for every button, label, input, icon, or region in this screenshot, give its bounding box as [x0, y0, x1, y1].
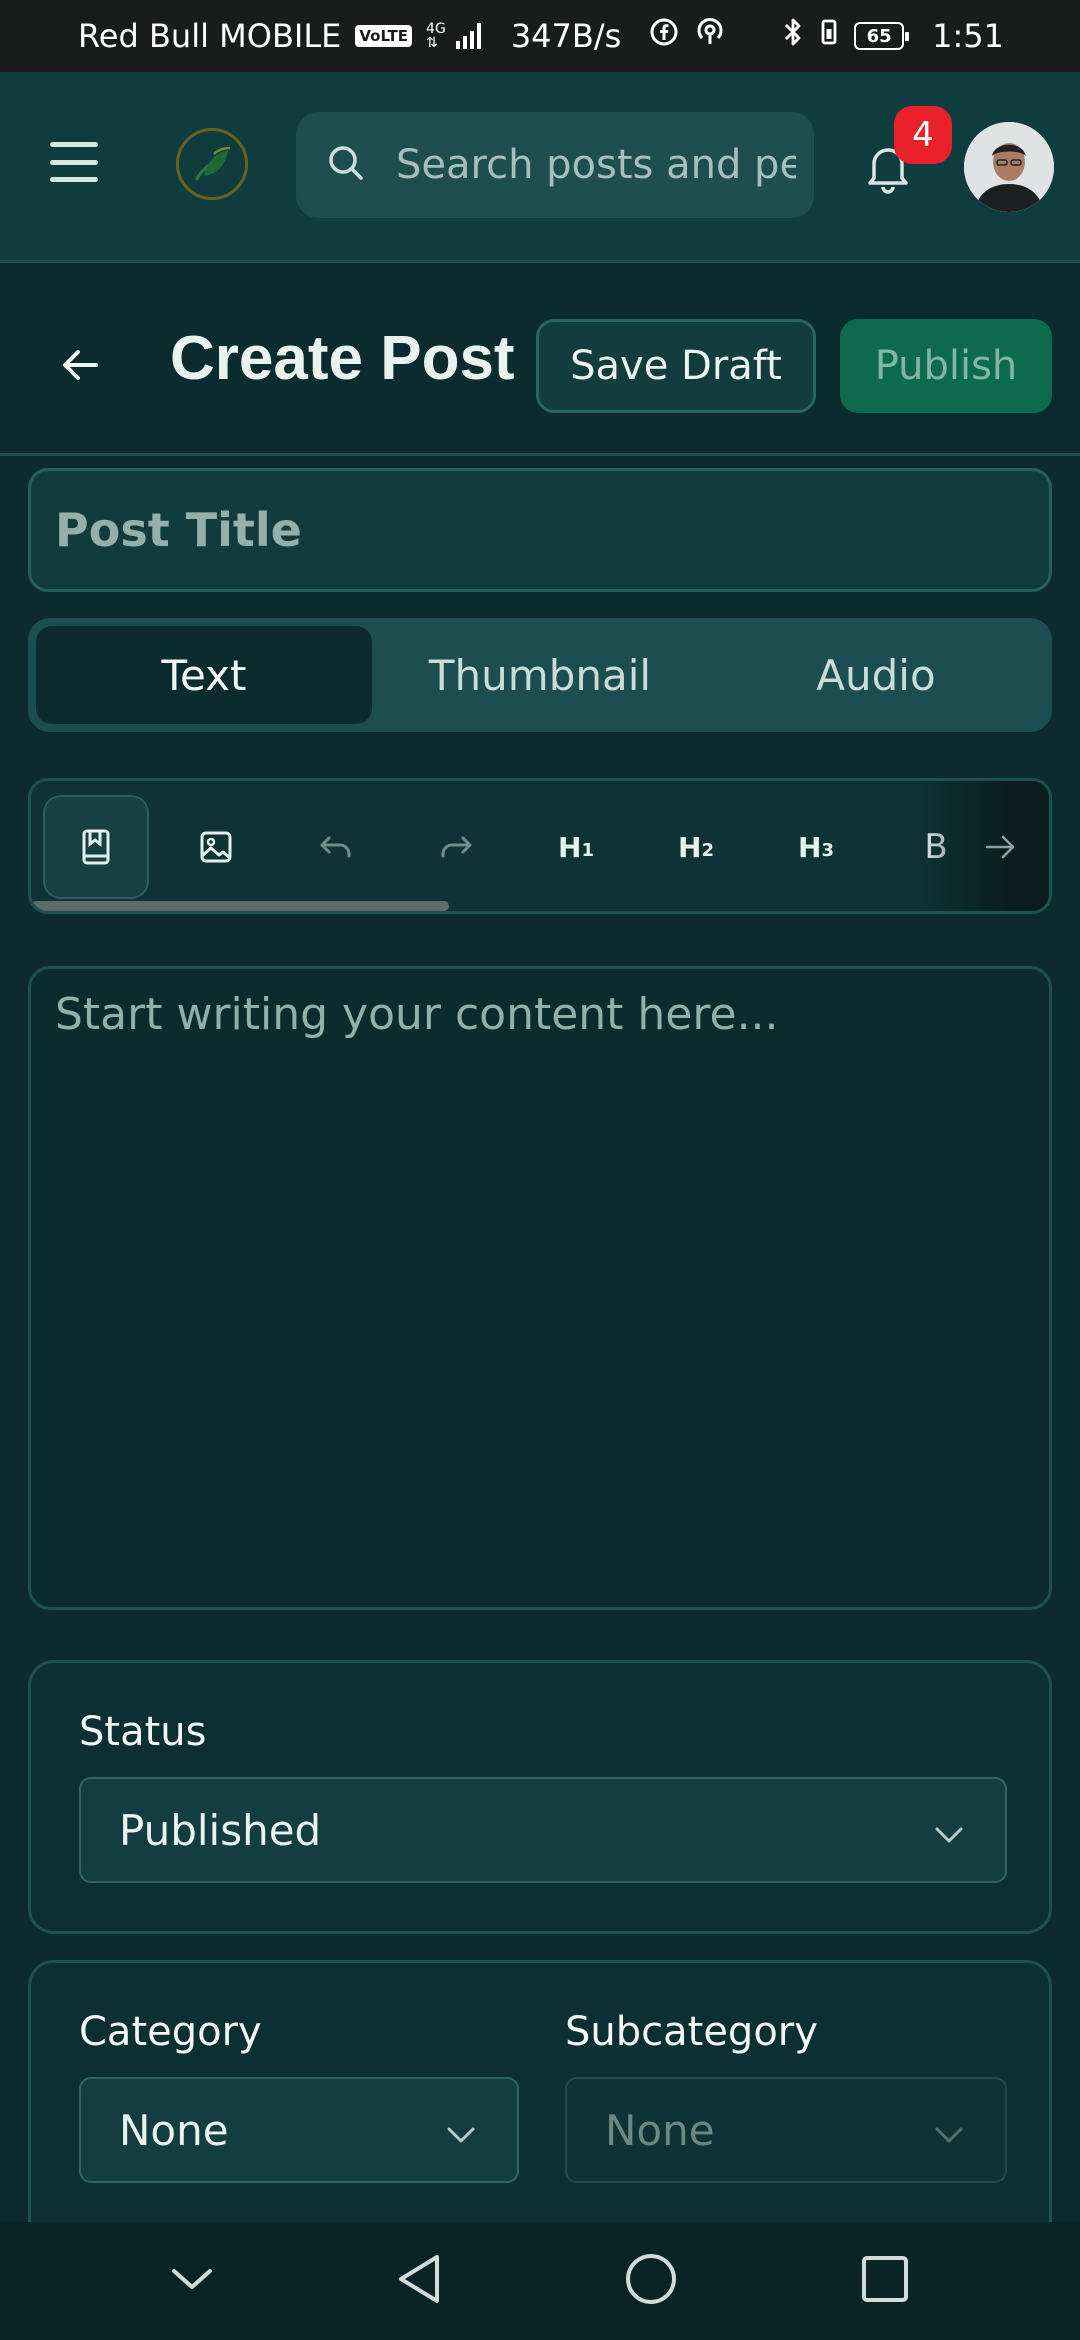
editor-toolbar: H1 H2 H3 B [28, 778, 1052, 914]
home-circle-icon[interactable] [623, 2251, 679, 2311]
search-bar[interactable] [296, 112, 814, 218]
chevron-down-icon [445, 2106, 477, 2155]
save-draft-button[interactable]: Save Draft [536, 319, 816, 413]
signal-icon [455, 23, 481, 49]
heading-1-button[interactable]: H1 [523, 795, 629, 899]
back-triangle-icon[interactable] [395, 2251, 443, 2311]
app-logo[interactable] [176, 128, 248, 200]
status-label: Status [79, 1709, 207, 1755]
heading-2-button[interactable]: H2 [643, 795, 749, 899]
content-textarea[interactable] [55, 989, 1025, 1587]
scroll-right-arrow-icon[interactable] [971, 795, 1031, 899]
content-editor[interactable] [28, 966, 1052, 1610]
chevron-down-icon [933, 2106, 965, 2155]
category-label: Category [79, 2009, 262, 2055]
clock: 1:51 [932, 17, 1004, 55]
notification-badge: 4 [894, 106, 952, 164]
post-title-input[interactable] [55, 503, 1015, 557]
hotspot-icon [693, 17, 727, 55]
status-bar: Red Bull MOBILE VoLTE 4G ⇅ 347B/s 65 1:51 [0, 0, 1080, 72]
image-icon[interactable] [163, 795, 269, 899]
tab-text[interactable]: Text [36, 626, 372, 724]
status-value: Published [119, 1805, 322, 1855]
search-icon [326, 143, 366, 187]
system-nav-bar [0, 2222, 1080, 2340]
post-title-field[interactable] [28, 468, 1052, 592]
chevron-down-icon [933, 1806, 965, 1855]
search-input[interactable] [396, 142, 796, 188]
status-card: Status Published [28, 1660, 1052, 1934]
heading-3-button[interactable]: H3 [763, 795, 869, 899]
page-title: Create Post [170, 324, 515, 393]
content-tabs: Text Thumbnail Audio [28, 618, 1052, 732]
status-bar-right: 65 1:51 [782, 17, 1004, 55]
recents-square-icon[interactable] [860, 2254, 910, 2308]
network-type: 4G ⇅ [426, 21, 446, 51]
facebook-icon [649, 17, 679, 55]
app-header: 4 [0, 72, 1080, 260]
volte-icon: VoLTE [355, 25, 413, 47]
post-header: Create Post Save Draft Publish [0, 260, 1080, 456]
status-bar-left: Red Bull MOBILE VoLTE 4G ⇅ 347B/s [78, 17, 727, 55]
toolbar-scrollbar[interactable] [31, 901, 449, 911]
menu-icon[interactable] [50, 142, 98, 182]
status-select[interactable]: Published [79, 1777, 1007, 1883]
bluetooth-icon [782, 17, 804, 55]
user-avatar[interactable] [964, 122, 1054, 212]
category-value: None [119, 2105, 229, 2155]
bookmark-icon[interactable] [43, 795, 149, 899]
subcategory-select[interactable]: None [565, 2077, 1007, 2183]
redo-icon[interactable] [403, 795, 509, 899]
network-speed: 347B/s [510, 17, 622, 55]
tab-thumbnail[interactable]: Thumbnail [372, 626, 708, 724]
publish-button[interactable]: Publish [840, 319, 1052, 413]
carrier-name: Red Bull MOBILE [78, 17, 342, 55]
category-select[interactable]: None [79, 2077, 519, 2183]
subcategory-label: Subcategory [565, 2009, 818, 2055]
back-arrow-icon[interactable] [56, 345, 104, 385]
subcategory-value: None [605, 2105, 715, 2155]
chevron-down-icon[interactable] [170, 2265, 214, 2297]
tab-audio[interactable]: Audio [708, 626, 1044, 724]
undo-icon[interactable] [283, 795, 389, 899]
battery-icon: 65 [854, 22, 910, 50]
vibrate-icon [818, 17, 840, 55]
